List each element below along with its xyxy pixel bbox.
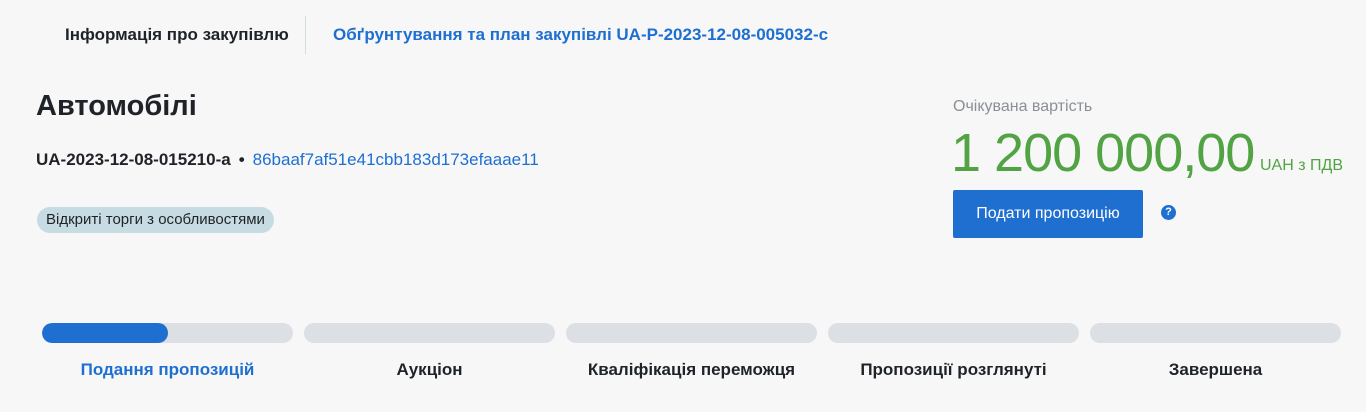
tab-divider xyxy=(305,16,306,54)
submit-proposal-button[interactable]: Подати пропозицію xyxy=(953,190,1143,238)
stage-label: Пропозиції розглянуті xyxy=(860,360,1047,379)
stage-label: Аукціон xyxy=(396,360,463,379)
stage-bar xyxy=(566,323,817,343)
stage-label: Завершена xyxy=(1168,360,1263,379)
tab-plan-link[interactable]: Обґрунтування та план закупівлі UA-P-202… xyxy=(333,25,828,45)
stage-bar xyxy=(42,323,293,343)
expected-value-currency: UAH з ПДВ xyxy=(1260,157,1344,174)
tender-title: Автомобілі xyxy=(36,90,197,122)
expected-value-label: Очікувана вартість xyxy=(953,98,1093,115)
tender-hash-link[interactable]: 86baaf7af51e41cbb183d173efaaae11 xyxy=(253,150,539,169)
tender-id: UA-2023-12-08-015210-a xyxy=(36,150,231,169)
help-icon[interactable]: ? xyxy=(1161,205,1176,220)
stage-bar xyxy=(828,323,1079,343)
procedure-type-badge: Відкриті торги з особливостями xyxy=(37,207,274,233)
tender-identifiers: UA-2023-12-08-015210-a • 86baaf7af51e41cbb… xyxy=(36,150,539,170)
stage-bar xyxy=(304,323,555,343)
stage-bar-fill xyxy=(42,323,168,343)
stage-label: Подання пропозицій xyxy=(80,360,255,379)
separator-dot: • xyxy=(238,150,245,169)
top-tabs: Інформація про закупівлю Обґрунтування т… xyxy=(0,0,1366,70)
stage-label: Кваліфікація переможця xyxy=(587,360,796,379)
stage-bar xyxy=(1090,323,1341,343)
expected-value-amount: 1 200 000,00 xyxy=(951,123,1255,183)
tab-procurement-info[interactable]: Інформація про закупівлю xyxy=(65,25,289,45)
